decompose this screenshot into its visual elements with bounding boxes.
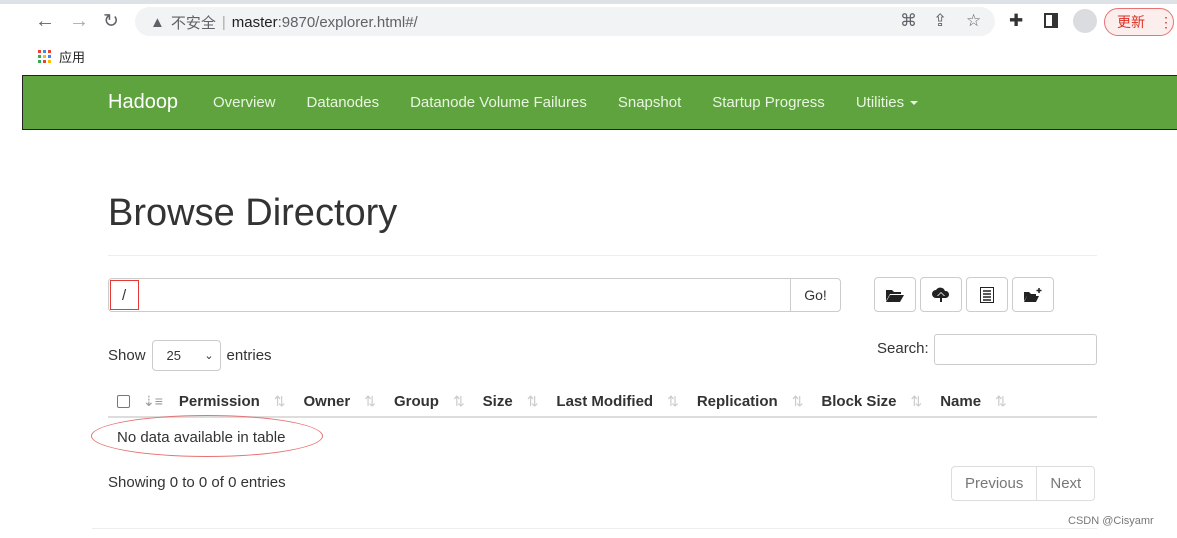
sort-icon[interactable]: ⇅	[364, 393, 376, 410]
nav-overview[interactable]: Overview	[213, 94, 276, 111]
bookmark-apps[interactable]: 应用	[38, 47, 85, 66]
sort-icon[interactable]: ⇅	[527, 393, 539, 410]
col-permission[interactable]: Permission	[179, 393, 260, 410]
create-directory-button[interactable]	[1012, 277, 1054, 312]
col-owner[interactable]: Owner	[304, 393, 351, 410]
upload-button[interactable]	[920, 277, 962, 312]
url-host: master	[231, 14, 278, 31]
path-value[interactable]: /	[110, 280, 139, 310]
nav-utilities-label: Utilities	[855, 94, 905, 111]
sort-icon[interactable]: ⇅	[910, 393, 922, 410]
nav-datanodes[interactable]: Datanodes	[307, 94, 380, 111]
watermark: CSDN @Cisyamr	[1068, 515, 1154, 527]
select-all-checkbox[interactable]	[117, 394, 130, 408]
search-input[interactable]	[934, 334, 1097, 365]
sort-icon[interactable]: ⇅	[274, 393, 286, 410]
nav-links: Overview Datanodes Datanode Volume Failu…	[213, 94, 919, 111]
profile-avatar[interactable]	[1073, 9, 1097, 33]
page-title: Browse Directory	[108, 192, 398, 234]
caret-down-icon	[910, 101, 919, 106]
sort-icon[interactable]: ⇅	[453, 393, 465, 410]
warning-icon: ▲	[150, 14, 165, 31]
sort-icon[interactable]: ⇅	[792, 393, 804, 410]
extensions-icon[interactable]: ✚	[1009, 11, 1023, 31]
pagination: Previous Next	[951, 466, 1096, 501]
next-button[interactable]: Next	[1036, 467, 1094, 500]
chevron-down-icon: ⌄	[204, 350, 214, 362]
entries-select[interactable]: 25 ⌄	[151, 340, 221, 371]
entries-label: entries	[226, 347, 272, 364]
entries-select-value: 25	[166, 348, 181, 363]
col-name[interactable]: Name	[940, 393, 981, 410]
divider	[92, 528, 1097, 529]
create-folder-icon	[1024, 287, 1042, 302]
translate-icon[interactable]: ⌘	[900, 11, 917, 31]
col-group[interactable]: Group	[394, 393, 439, 410]
sort-desc-icon[interactable]: ⇣≡	[143, 393, 163, 410]
go-button[interactable]: Go!	[790, 278, 841, 312]
col-replication[interactable]: Replication	[697, 393, 778, 410]
list-alt-icon	[980, 286, 994, 303]
col-last-modified[interactable]: Last Modified	[556, 393, 653, 410]
tab-strip	[0, 0, 1177, 4]
update-label: 更新	[1117, 14, 1145, 30]
show-label: Show	[108, 347, 146, 364]
nav-volume-failures[interactable]: Datanode Volume Failures	[410, 94, 587, 111]
open-folder-button[interactable]	[874, 277, 916, 312]
table-info: Showing 0 to 0 of 0 entries	[108, 474, 286, 491]
divider: |	[221, 14, 226, 31]
brand-link[interactable]: Hadoop	[108, 91, 178, 114]
url-display[interactable]: ▲ 不安全 | master:9870/explorer.html#/	[150, 12, 418, 33]
sort-icon[interactable]: ⇅	[667, 393, 679, 410]
menu-dots-icon: ⋮	[1159, 13, 1173, 30]
star-icon[interactable]: ☆	[966, 11, 981, 31]
bookmark-label: 应用	[59, 50, 86, 65]
path-input[interactable]	[108, 278, 791, 312]
search-label: Search:	[877, 340, 929, 357]
apps-grid-icon	[38, 50, 51, 63]
previous-button[interactable]: Previous	[952, 467, 1036, 500]
forward-icon[interactable]: →	[69, 10, 89, 33]
nav-utilities-dropdown[interactable]: Utilities	[855, 94, 919, 111]
list-button[interactable]	[966, 277, 1008, 312]
reload-icon[interactable]: ↻	[103, 10, 119, 33]
insecure-label: 不安全	[170, 15, 216, 32]
url-path: :9870/explorer.html#/	[277, 14, 418, 31]
highlight-ellipse	[91, 415, 323, 457]
divider	[108, 255, 1097, 256]
table-header: ⇣≡ Permission ⇅ Owner ⇅ Group ⇅ Size ⇅ Last …	[108, 386, 1097, 418]
length-control: Show 25 ⌄ entries	[108, 340, 272, 371]
col-block-size[interactable]: Block Size	[821, 393, 896, 410]
col-size[interactable]: Size	[483, 393, 513, 410]
nav-snapshot[interactable]: Snapshot	[618, 94, 681, 111]
nav-startup-progress[interactable]: Startup Progress	[712, 94, 825, 111]
folder-open-icon	[886, 289, 904, 302]
back-icon[interactable]: ←	[35, 10, 55, 33]
side-panel-icon[interactable]	[1044, 13, 1058, 28]
update-button[interactable]: 更新 ⋮	[1104, 8, 1174, 36]
share-icon[interactable]: ⇪	[933, 11, 947, 31]
cloud-upload-icon	[932, 287, 950, 302]
sort-icon[interactable]: ⇅	[995, 393, 1007, 410]
